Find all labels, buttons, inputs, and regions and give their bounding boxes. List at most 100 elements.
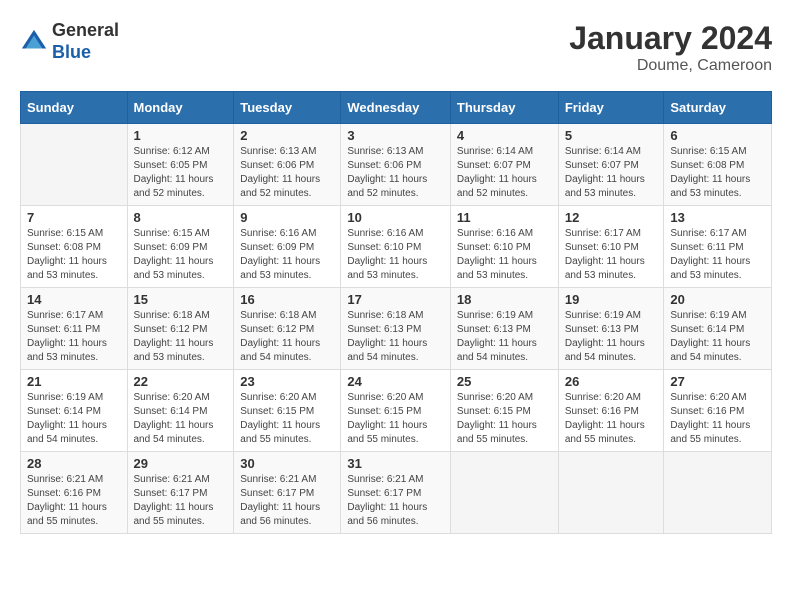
month-title: January 2024 <box>569 20 772 57</box>
day-info: Sunrise: 6:19 AMSunset: 6:14 PMDaylight:… <box>27 391 121 447</box>
day-info: Sunrise: 6:21 AMSunset: 6:16 PMDaylight:… <box>27 473 121 529</box>
day-number: 14 <box>27 292 121 307</box>
day-number: 2 <box>240 128 334 143</box>
day-info: Sunrise: 6:17 AMSunset: 6:11 PMDaylight:… <box>670 227 765 283</box>
calendar-cell: 18Sunrise: 6:19 AMSunset: 6:13 PMDayligh… <box>450 288 558 370</box>
day-info: Sunrise: 6:21 AMSunset: 6:17 PMDaylight:… <box>134 473 228 529</box>
col-monday: Monday <box>127 92 234 124</box>
calendar-cell: 24 Sunrise: 6:20 AMSunset: 6:15 PMDayligh… <box>341 370 451 452</box>
title-section: January 2024 Doume, Cameroon <box>569 20 772 75</box>
day-info: Sunrise: 6:19 AMSunset: 6:13 PMDaylight:… <box>565 309 658 365</box>
col-wednesday: Wednesday <box>341 92 451 124</box>
day-number: 26 <box>565 374 658 389</box>
day-number: 11 <box>457 210 552 225</box>
calendar-cell: 31 Sunrise: 6:21 AMSunset: 6:17 PMDayligh… <box>341 452 451 534</box>
page-header: General Blue January 2024 Doume, Cameroo… <box>20 20 772 75</box>
day-info: Sunrise: 6:21 AMSunset: 6:17 PMDaylight:… <box>347 473 444 529</box>
day-info: Sunrise: 6:15 AMSunset: 6:08 PMDaylight:… <box>670 145 765 201</box>
calendar-cell: 30Sunrise: 6:21 AMSunset: 6:17 PMDayligh… <box>234 452 341 534</box>
day-number: 19 <box>565 292 658 307</box>
day-number: 7 <box>27 210 121 225</box>
calendar-cell: 28 Sunrise: 6:21 AMSunset: 6:16 PMDayligh… <box>21 452 128 534</box>
day-info: Sunrise: 6:20 AMSunset: 6:15 PMDaylight:… <box>457 391 552 447</box>
day-number: 20 <box>670 292 765 307</box>
header-row: Sunday Monday Tuesday Wednesday Thursday… <box>21 92 772 124</box>
day-info: Sunrise: 6:14 AMSunset: 6:07 PMDaylight:… <box>457 145 552 201</box>
calendar-cell: 10Sunrise: 6:16 AMSunset: 6:10 PMDayligh… <box>341 206 451 288</box>
day-number: 30 <box>240 456 334 471</box>
calendar-cell: 5Sunrise: 6:14 AMSunset: 6:07 PMDaylight… <box>558 124 664 206</box>
day-number: 4 <box>457 128 552 143</box>
day-info: Sunrise: 6:20 AMSunset: 6:15 PMDaylight:… <box>240 391 334 447</box>
day-number: 25 <box>457 374 552 389</box>
calendar-cell <box>558 452 664 534</box>
day-info: Sunrise: 6:18 AMSunset: 6:13 PMDaylight:… <box>347 309 444 365</box>
day-number: 23 <box>240 374 334 389</box>
calendar-cell: 26 Sunrise: 6:20 AMSunset: 6:16 PMDayligh… <box>558 370 664 452</box>
calendar-cell: 11 Sunrise: 6:16 AMSunset: 6:10 PMDayligh… <box>450 206 558 288</box>
calendar-cell: 9 Sunrise: 6:16 AMSunset: 6:09 PMDaylight… <box>234 206 341 288</box>
col-saturday: Saturday <box>664 92 772 124</box>
day-number: 9 <box>240 210 334 225</box>
day-info: Sunrise: 6:18 AMSunset: 6:12 PMDaylight:… <box>240 309 334 365</box>
day-number: 6 <box>670 128 765 143</box>
day-number: 13 <box>670 210 765 225</box>
calendar-cell: 12 Sunrise: 6:17 AMSunset: 6:10 PMDayligh… <box>558 206 664 288</box>
calendar-cell: 7 Sunrise: 6:15 AMSunset: 6:08 PMDaylight… <box>21 206 128 288</box>
day-number: 31 <box>347 456 444 471</box>
calendar-cell: 15 Sunrise: 6:18 AMSunset: 6:12 PMDayligh… <box>127 288 234 370</box>
calendar-cell: 22 Sunrise: 6:20 AMSunset: 6:14 PMDayligh… <box>127 370 234 452</box>
calendar-week-4: 21 Sunrise: 6:19 AMSunset: 6:14 PMDayligh… <box>21 370 772 452</box>
day-info: Sunrise: 6:20 AMSunset: 6:15 PMDaylight:… <box>347 391 444 447</box>
day-number: 29 <box>134 456 228 471</box>
calendar-week-5: 28 Sunrise: 6:21 AMSunset: 6:16 PMDayligh… <box>21 452 772 534</box>
day-number: 22 <box>134 374 228 389</box>
calendar-cell: 25 Sunrise: 6:20 AMSunset: 6:15 PMDayligh… <box>450 370 558 452</box>
logo: General Blue <box>20 20 119 63</box>
logo-icon <box>20 28 48 56</box>
calendar-cell: 1 Sunrise: 6:12 AMSunset: 6:05 PMDaylight… <box>127 124 234 206</box>
day-number: 21 <box>27 374 121 389</box>
calendar-cell: 17 Sunrise: 6:18 AMSunset: 6:13 PMDayligh… <box>341 288 451 370</box>
day-number: 10 <box>347 210 444 225</box>
calendar-cell <box>664 452 772 534</box>
calendar-table: Sunday Monday Tuesday Wednesday Thursday… <box>20 91 772 534</box>
day-info: Sunrise: 6:15 AMSunset: 6:08 PMDaylight:… <box>27 227 121 283</box>
day-number: 28 <box>27 456 121 471</box>
col-thursday: Thursday <box>450 92 558 124</box>
calendar-cell: 23 Sunrise: 6:20 AMSunset: 6:15 PMDayligh… <box>234 370 341 452</box>
calendar-cell: 29 Sunrise: 6:21 AMSunset: 6:17 PMDayligh… <box>127 452 234 534</box>
calendar-cell: 19 Sunrise: 6:19 AMSunset: 6:13 PMDayligh… <box>558 288 664 370</box>
day-info: Sunrise: 6:16 AMSunset: 6:09 PMDaylight:… <box>240 227 334 283</box>
day-info: Sunrise: 6:19 AMSunset: 6:14 PMDaylight:… <box>670 309 765 365</box>
day-info: Sunrise: 6:12 AMSunset: 6:05 PMDaylight:… <box>134 145 228 201</box>
day-info: Sunrise: 6:18 AMSunset: 6:12 PMDaylight:… <box>134 309 228 365</box>
day-number: 15 <box>134 292 228 307</box>
calendar-cell: 20 Sunrise: 6:19 AMSunset: 6:14 PMDayligh… <box>664 288 772 370</box>
day-info: Sunrise: 6:14 AMSunset: 6:07 PMDaylight:… <box>565 145 658 201</box>
day-number: 8 <box>134 210 228 225</box>
day-info: Sunrise: 6:20 AMSunset: 6:16 PMDaylight:… <box>670 391 765 447</box>
calendar-cell: 3Sunrise: 6:13 AMSunset: 6:06 PMDaylight… <box>341 124 451 206</box>
calendar-cell: 14Sunrise: 6:17 AMSunset: 6:11 PMDayligh… <box>21 288 128 370</box>
day-info: Sunrise: 6:16 AMSunset: 6:10 PMDaylight:… <box>457 227 552 283</box>
day-info: Sunrise: 6:13 AMSunset: 6:06 PMDaylight:… <box>240 145 334 201</box>
logo-text: General Blue <box>52 20 119 63</box>
calendar-week-3: 14Sunrise: 6:17 AMSunset: 6:11 PMDayligh… <box>21 288 772 370</box>
day-number: 12 <box>565 210 658 225</box>
calendar-cell: 16Sunrise: 6:18 AMSunset: 6:12 PMDayligh… <box>234 288 341 370</box>
day-info: Sunrise: 6:20 AMSunset: 6:14 PMDaylight:… <box>134 391 228 447</box>
calendar-cell: 21 Sunrise: 6:19 AMSunset: 6:14 PMDayligh… <box>21 370 128 452</box>
day-number: 1 <box>134 128 228 143</box>
location: Doume, Cameroon <box>569 57 772 75</box>
calendar-cell: 13 Sunrise: 6:17 AMSunset: 6:11 PMDayligh… <box>664 206 772 288</box>
day-number: 24 <box>347 374 444 389</box>
col-sunday: Sunday <box>21 92 128 124</box>
day-info: Sunrise: 6:17 AMSunset: 6:10 PMDaylight:… <box>565 227 658 283</box>
col-tuesday: Tuesday <box>234 92 341 124</box>
calendar-cell: 27Sunrise: 6:20 AMSunset: 6:16 PMDayligh… <box>664 370 772 452</box>
day-info: Sunrise: 6:15 AMSunset: 6:09 PMDaylight:… <box>134 227 228 283</box>
day-number: 17 <box>347 292 444 307</box>
day-info: Sunrise: 6:19 AMSunset: 6:13 PMDaylight:… <box>457 309 552 365</box>
day-info: Sunrise: 6:20 AMSunset: 6:16 PMDaylight:… <box>565 391 658 447</box>
